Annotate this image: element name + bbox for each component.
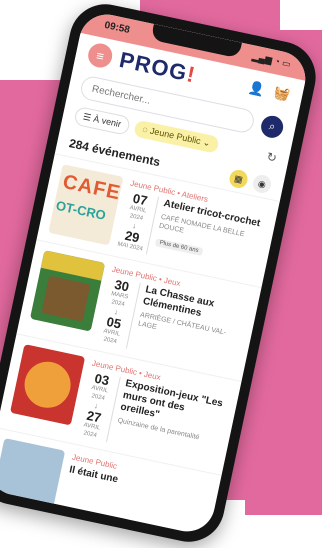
event-thumbnail: CAFE OT-CRO xyxy=(48,164,124,246)
search-button[interactable]: ⌕ xyxy=(259,113,286,140)
reset-icon[interactable]: ↻ xyxy=(265,149,278,165)
event-tag: Plus de 60 ans xyxy=(154,238,204,256)
status-icons: ▂▄▆ ◔ ▭ xyxy=(251,51,292,70)
menu-icon: ≡ xyxy=(94,47,106,64)
status-time: 09:58 xyxy=(103,19,131,36)
basket-icon[interactable]: 🧺 xyxy=(272,85,292,104)
menu-button[interactable]: ≡ xyxy=(85,41,115,70)
event-thumbnail xyxy=(9,344,86,426)
event-thumbnail xyxy=(29,250,106,332)
chevron-down-icon: ⌄ xyxy=(199,136,212,149)
user-icon[interactable]: 👤 xyxy=(247,79,266,98)
map-view-icon[interactable]: ◉ xyxy=(251,173,273,195)
event-dates: 07 AVRIL 2024 ↓ 29 MAI 2024 xyxy=(116,190,160,255)
event-thumbnail xyxy=(0,437,66,520)
search-icon: ⌕ xyxy=(267,119,277,133)
grid-view-icon[interactable]: ▦ xyxy=(227,168,250,190)
